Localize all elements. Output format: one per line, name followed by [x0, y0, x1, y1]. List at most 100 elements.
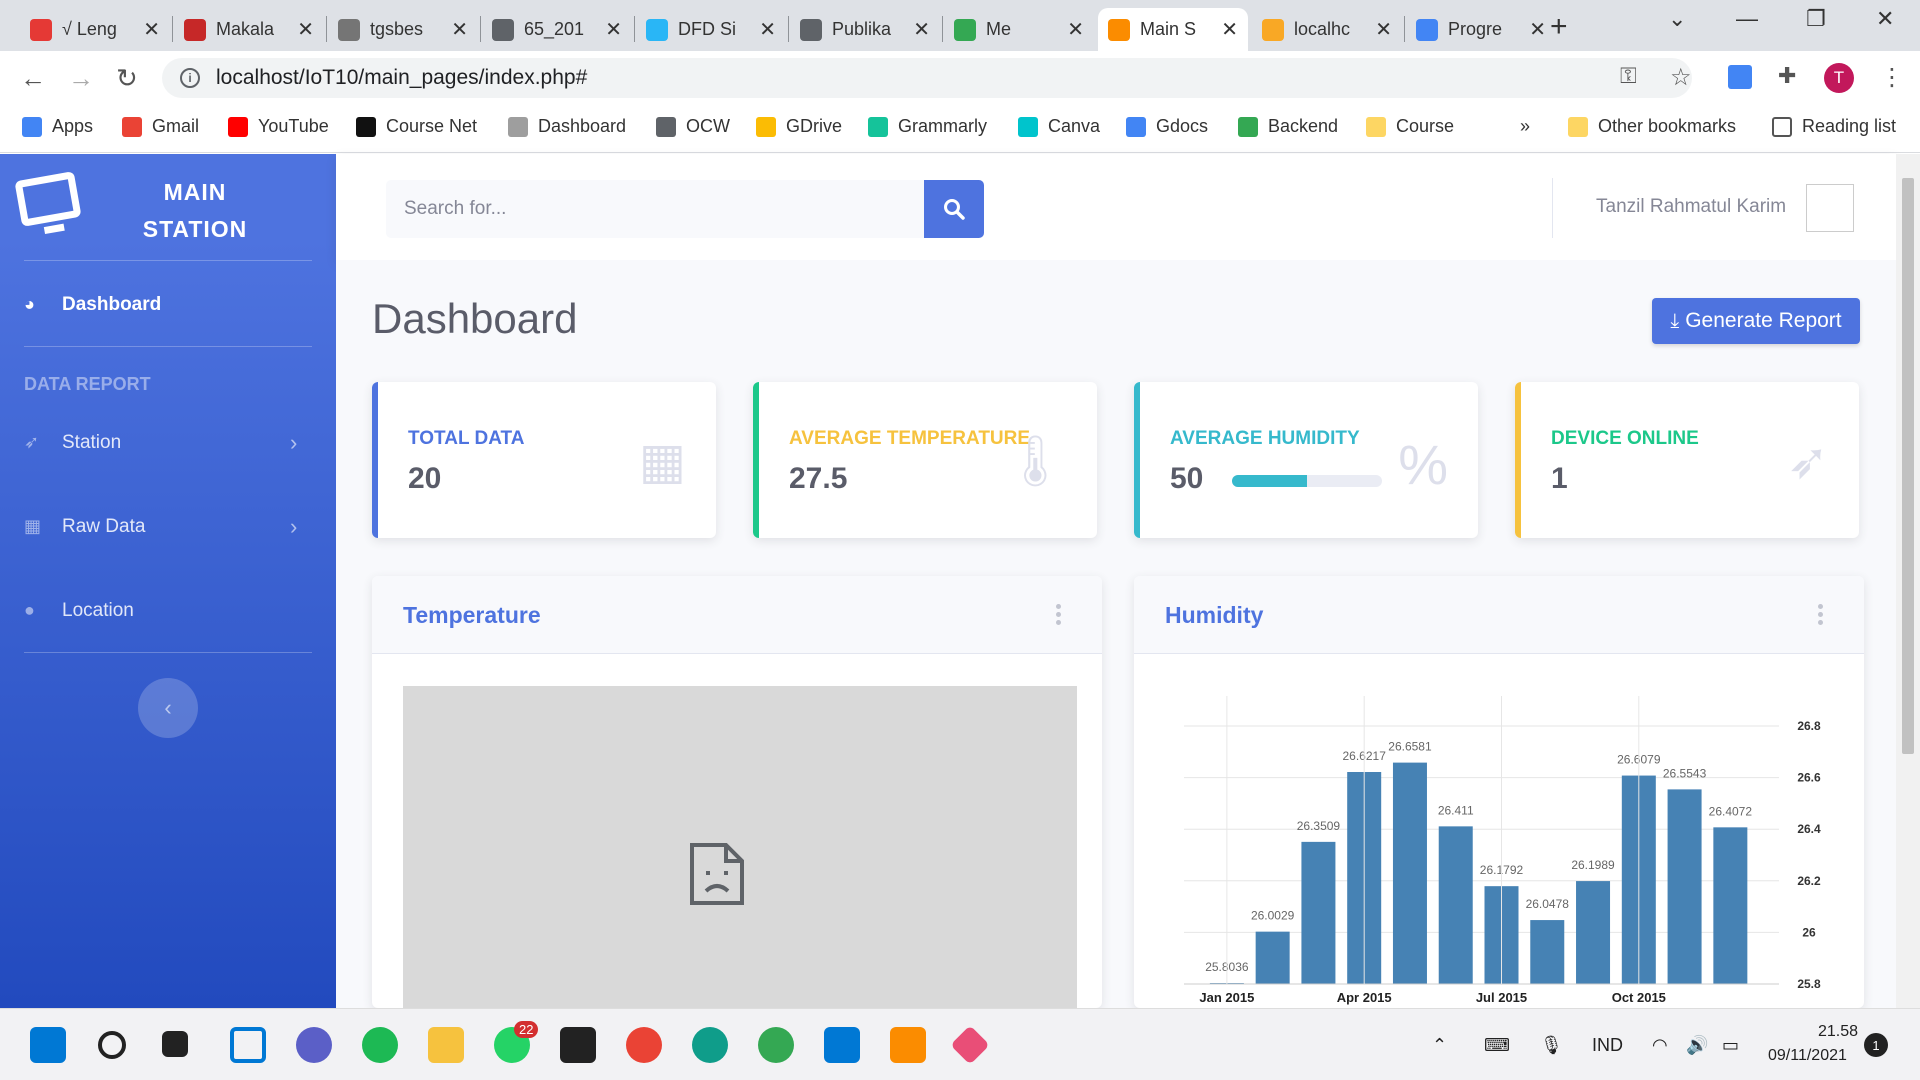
close-icon[interactable]: ✕ [1375, 17, 1392, 42]
bookmarks-bar: » Other bookmarks Reading list Apps Gmail… [0, 105, 1920, 153]
translate-icon[interactable] [1728, 65, 1752, 89]
ellipsis-v-icon[interactable] [1056, 604, 1062, 626]
user-name[interactable]: Tanzil Rahmatul Karim [1596, 196, 1786, 218]
browser-tab[interactable]: Publika ✕ [790, 8, 940, 51]
close-icon[interactable]: ✕ [297, 17, 314, 42]
card-label: TOTAL DATA [408, 428, 525, 449]
battery-icon[interactable]: ▭ [1722, 1035, 1739, 1056]
bookmark-item[interactable]: Course [1366, 116, 1454, 137]
bookmark-item[interactable]: Backend [1238, 116, 1338, 137]
bookmark-label: YouTube [258, 116, 329, 136]
minimize-icon[interactable]: — [1736, 6, 1758, 32]
star-icon[interactable]: ☆ [1670, 63, 1692, 92]
bookmark-item[interactable]: Canva [1018, 116, 1100, 137]
address-bar[interactable]: i localhost/IoT10/main_pages/index.php# [162, 58, 1692, 98]
scrollbar-thumb[interactable] [1902, 178, 1914, 754]
brand[interactable]: MAIN STATION [0, 154, 336, 260]
reading-list[interactable]: Reading list [1772, 116, 1896, 137]
tab-search-icon[interactable]: ⌄ [1668, 6, 1686, 32]
bookmark-label: Course [1396, 116, 1455, 136]
chevron-up-icon[interactable]: ⌃ [1432, 1035, 1447, 1056]
bookmark-item[interactable]: Apps [22, 116, 93, 137]
clock-date[interactable]: 09/11/2021 [1768, 1047, 1847, 1065]
wifi-icon[interactable]: ◠ [1652, 1035, 1668, 1056]
browser-tab[interactable]: Makala ✕ [174, 8, 324, 51]
search-icon[interactable] [98, 1031, 126, 1059]
brand-text: MAIN STATION [120, 174, 270, 248]
site-info-icon[interactable]: i [180, 68, 200, 88]
gitkraken-icon[interactable] [950, 1025, 990, 1065]
close-icon[interactable]: ✕ [143, 17, 160, 42]
spotify-icon[interactable] [362, 1027, 398, 1063]
bookmark-item[interactable]: Course Net [356, 116, 477, 137]
browser-tab[interactable]: Main S ✕ [1098, 8, 1248, 51]
browser-tab[interactable]: localhc ✕ [1252, 8, 1402, 51]
search-button[interactable] [924, 180, 984, 238]
key-icon[interactable]: ⚿ [1620, 63, 1637, 89]
other-bookmarks[interactable]: Other bookmarks [1568, 116, 1736, 137]
notification-badge[interactable]: 1 [1864, 1033, 1888, 1057]
thermometer-icon: 🌡 [1003, 433, 1067, 489]
browser-tab[interactable]: Me ✕ [944, 8, 1094, 51]
close-window-icon[interactable]: ✕ [1876, 6, 1894, 32]
tab-title: √ Leng [62, 19, 117, 39]
browser-tab[interactable]: √ Leng ✕ [20, 8, 170, 51]
browser-tab[interactable]: 65_201 ✕ [482, 8, 632, 51]
ellipsis-v-icon[interactable] [1818, 604, 1824, 626]
start-icon[interactable] [30, 1027, 66, 1063]
edge-icon[interactable] [692, 1027, 728, 1063]
page-title: Dashboard [372, 295, 578, 342]
widgets-icon[interactable] [230, 1027, 266, 1063]
bookmark-item[interactable]: OCW [656, 116, 730, 137]
maximize-icon[interactable]: ❐ [1806, 6, 1826, 32]
sidebar-item-raw-data[interactable]: ▦ Raw Data [24, 516, 145, 538]
xampp-icon[interactable] [890, 1027, 926, 1063]
file-explorer-icon[interactable] [428, 1027, 464, 1063]
profile-avatar[interactable]: T [1824, 63, 1854, 93]
clock-time[interactable]: 21.58 [1788, 1023, 1858, 1041]
browser-tab[interactable]: Progre ✕ [1406, 8, 1556, 51]
close-icon[interactable]: ✕ [605, 17, 622, 42]
bookmark-item[interactable]: YouTube [228, 116, 329, 137]
browser-tab[interactable]: DFD Si ✕ [636, 8, 786, 51]
bookmark-item[interactable]: Gdocs [1126, 116, 1208, 137]
bookmark-item[interactable]: Grammarly [868, 116, 987, 137]
page-scrollbar[interactable] [1896, 154, 1920, 1008]
chrome-profile-icon[interactable] [758, 1027, 794, 1063]
close-icon[interactable]: ✕ [1221, 17, 1238, 42]
volume-icon[interactable]: 🔊 [1686, 1035, 1708, 1056]
chrome-icon[interactable] [626, 1027, 662, 1063]
keyboard-icon[interactable]: ⌨ [1484, 1035, 1510, 1056]
bookmark-item[interactable]: GDrive [756, 116, 842, 137]
reload-icon[interactable]: ↻ [116, 63, 138, 94]
new-tab-button[interactable]: + [1550, 10, 1568, 44]
forward-icon[interactable]: → [68, 63, 94, 94]
data-label: 26.1989 [1571, 858, 1615, 872]
search-placeholder: Search for... [404, 198, 507, 219]
extensions-icon[interactable]: ✚ [1778, 63, 1796, 89]
close-icon[interactable]: ✕ [451, 17, 468, 42]
language-indicator[interactable]: IND [1592, 1035, 1623, 1056]
task-view-icon[interactable] [162, 1031, 188, 1057]
chat-icon[interactable] [296, 1027, 332, 1063]
menu-icon[interactable]: ⋮ [1880, 63, 1904, 92]
close-icon[interactable]: ✕ [1529, 17, 1546, 42]
browser-tab[interactable]: tgsbes ✕ [328, 8, 478, 51]
sticky-notes-icon[interactable] [560, 1027, 596, 1063]
back-icon[interactable]: ← [20, 63, 46, 94]
vscode-icon[interactable] [824, 1027, 860, 1063]
avatar[interactable] [1806, 184, 1854, 232]
sidebar-item-station[interactable]: ➶ Station [24, 432, 121, 454]
close-icon[interactable]: ✕ [1067, 17, 1084, 42]
generate-report-button[interactable]: ⤓ Generate Report [1652, 298, 1860, 344]
sidebar-toggle-button[interactable]: ‹ [138, 678, 198, 738]
microphone-icon[interactable]: 🎙 [1540, 1035, 1563, 1056]
bookmark-item[interactable]: Gmail [122, 116, 199, 137]
search-input[interactable]: Search for... [386, 180, 926, 238]
bookmark-item[interactable]: Dashboard [508, 116, 626, 137]
sidebar-item-location[interactable]: ● Location [24, 600, 134, 622]
sidebar-item-dashboard[interactable]: ◕ Dashboard [24, 294, 161, 316]
close-icon[interactable]: ✕ [759, 17, 776, 42]
bookmarks-more-button[interactable]: » [1520, 116, 1530, 137]
close-icon[interactable]: ✕ [913, 17, 930, 42]
